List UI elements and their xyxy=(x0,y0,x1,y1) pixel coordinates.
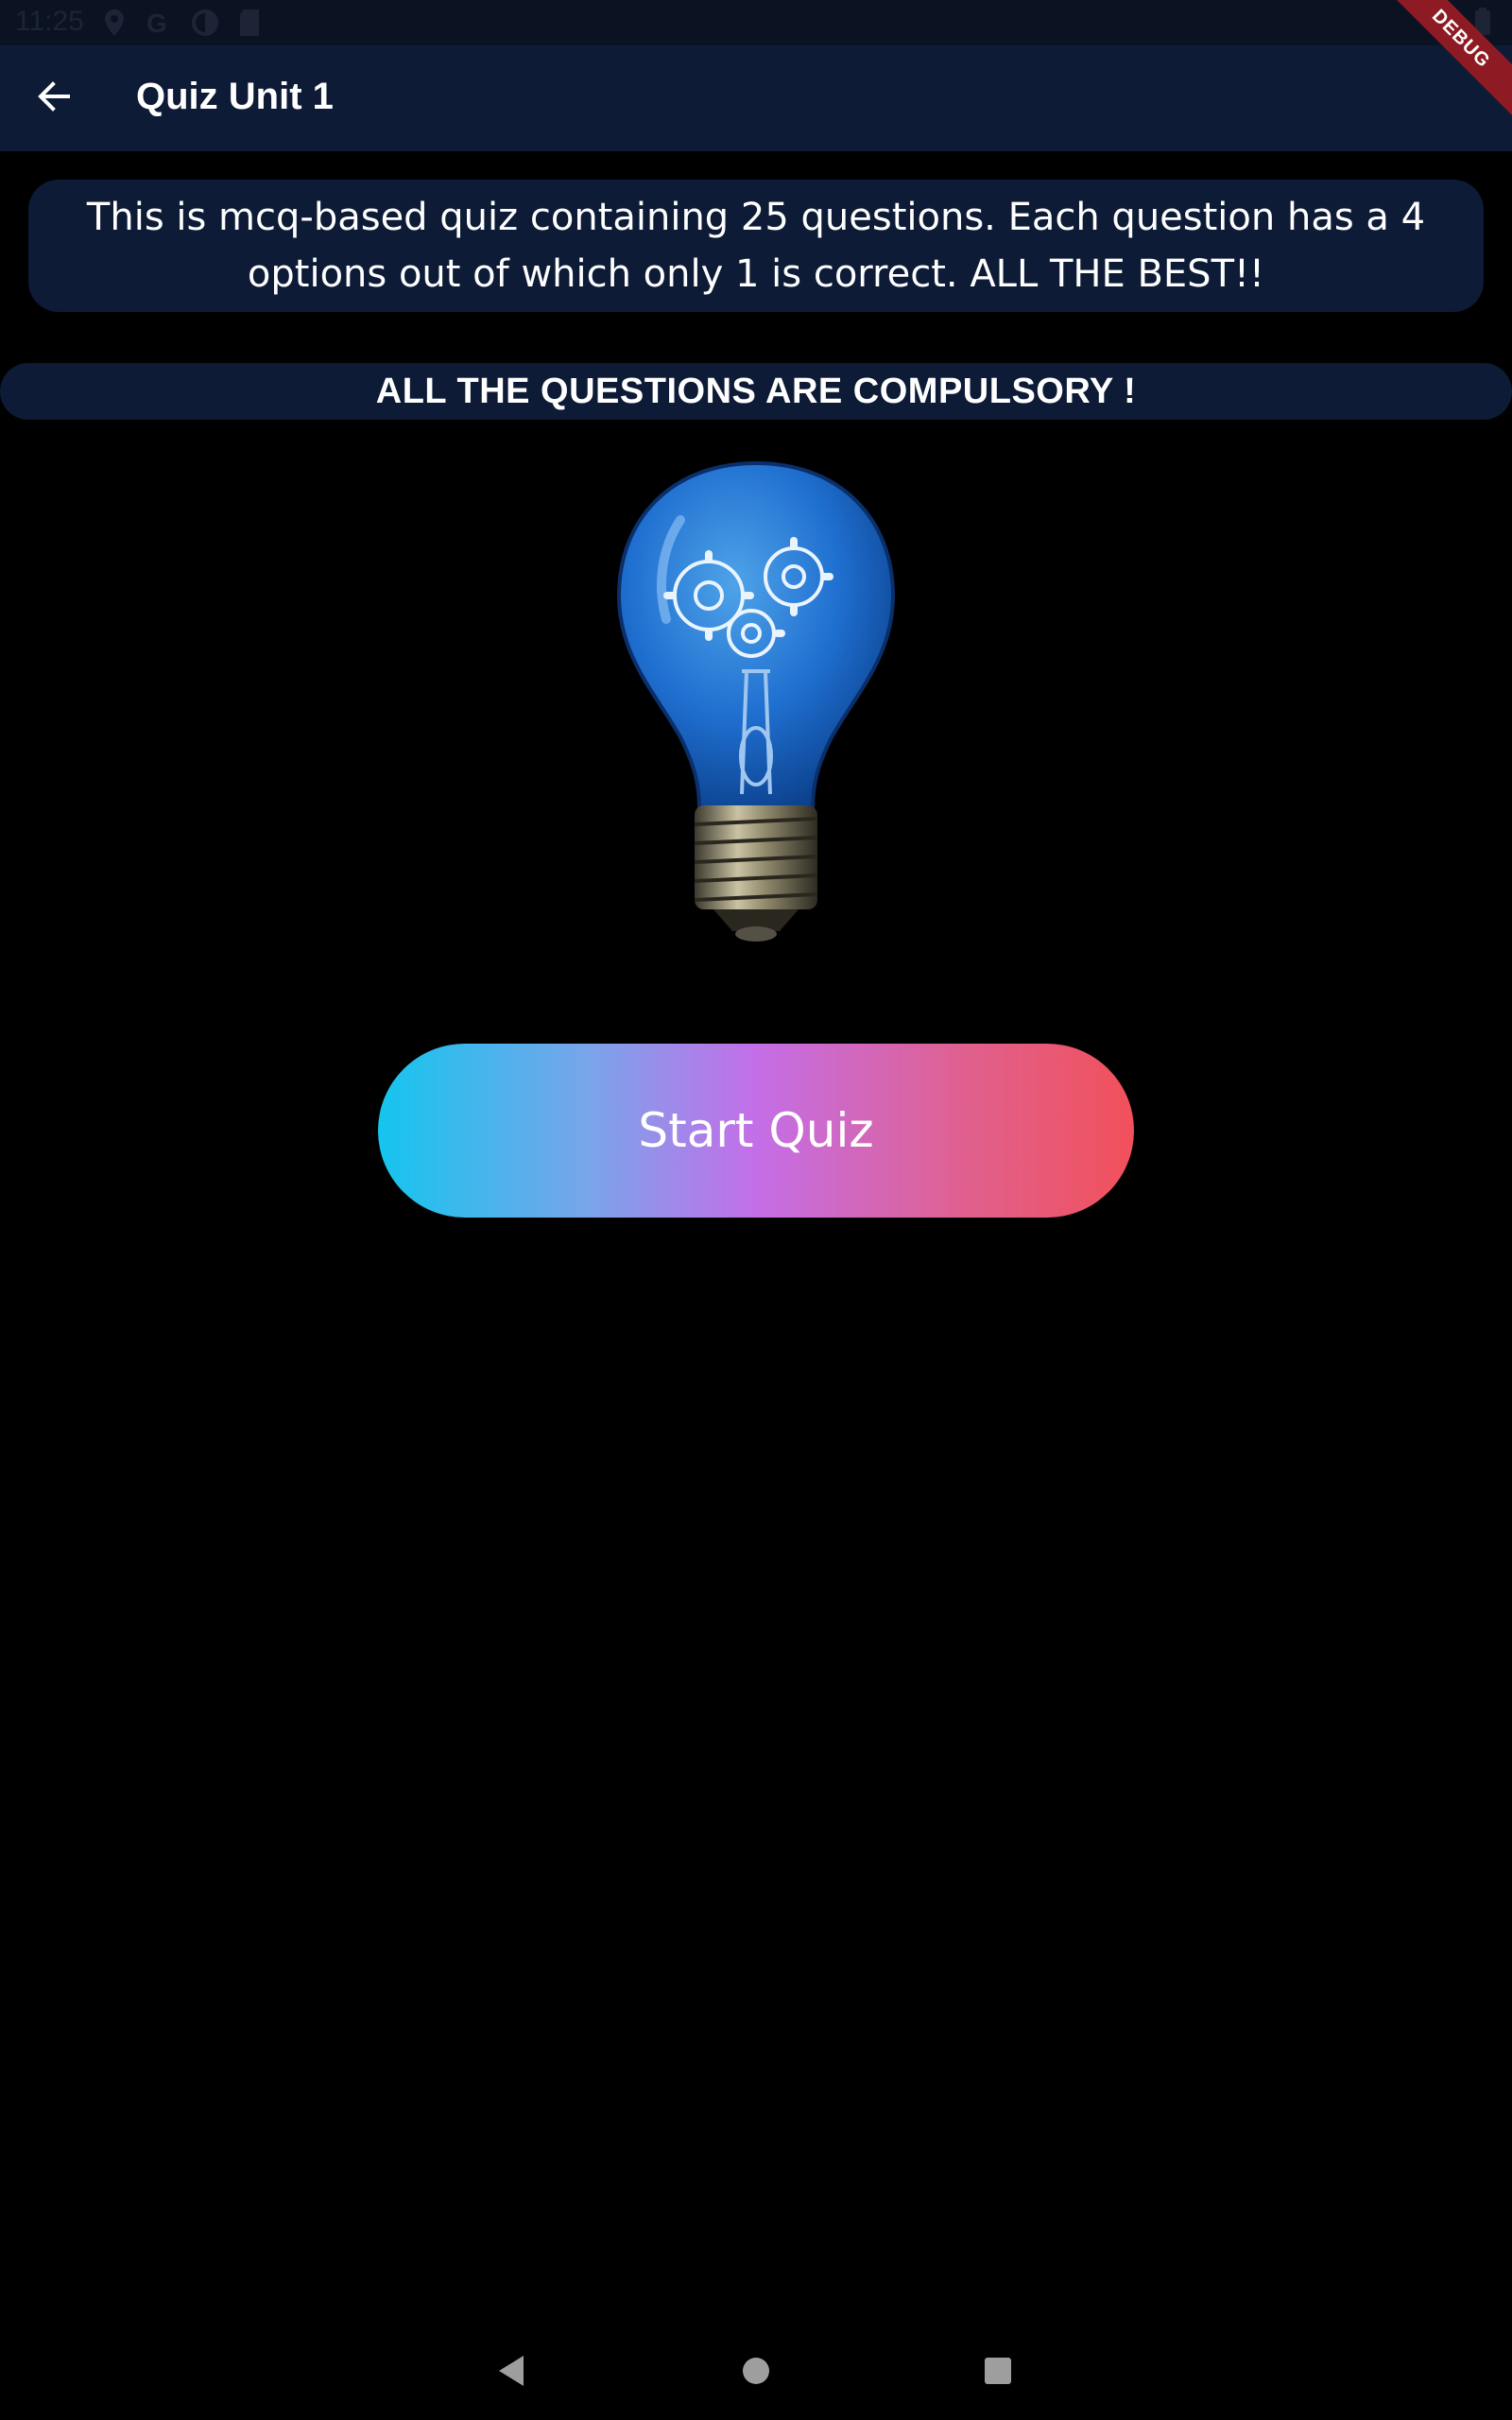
intro-card: This is mcq-based quiz containing 25 que… xyxy=(28,180,1484,312)
system-nav-bar xyxy=(0,2322,1512,2420)
recents-square-icon[interactable] xyxy=(977,2350,1019,2392)
lightbulb-gears-icon xyxy=(605,454,907,945)
notice-text: ALL THE QUESTIONS ARE COMPULSORY ! xyxy=(375,371,1137,411)
back-triangle-icon[interactable] xyxy=(491,2350,533,2392)
svg-text:G: G xyxy=(146,9,167,37)
location-icon xyxy=(104,9,125,37)
intro-text: This is mcq-based quiz containing 25 que… xyxy=(86,196,1426,296)
google-icon: G xyxy=(144,9,172,37)
notice-bar: ALL THE QUESTIONS ARE COMPULSORY ! xyxy=(0,363,1512,420)
home-circle-icon[interactable] xyxy=(735,2350,777,2392)
sd-card-icon xyxy=(238,9,261,37)
status-time: 11:25 xyxy=(15,6,84,37)
start-quiz-label: Start Quiz xyxy=(638,1103,874,1158)
sync-icon xyxy=(191,9,219,37)
status-icons-left: G xyxy=(104,6,261,40)
status-bar: 11:25 G xyxy=(0,0,1512,45)
page-title: Quiz Unit 1 xyxy=(136,76,334,117)
quiz-intro-screen: 11:25 G Quiz Unit 1 DEBUG This is mcq-ba… xyxy=(0,0,1512,2420)
arrow-left-icon xyxy=(34,78,72,119)
app-bar: Quiz Unit 1 xyxy=(0,45,1512,151)
start-quiz-button[interactable]: Start Quiz xyxy=(378,1044,1134,1218)
back-button[interactable] xyxy=(19,68,87,129)
